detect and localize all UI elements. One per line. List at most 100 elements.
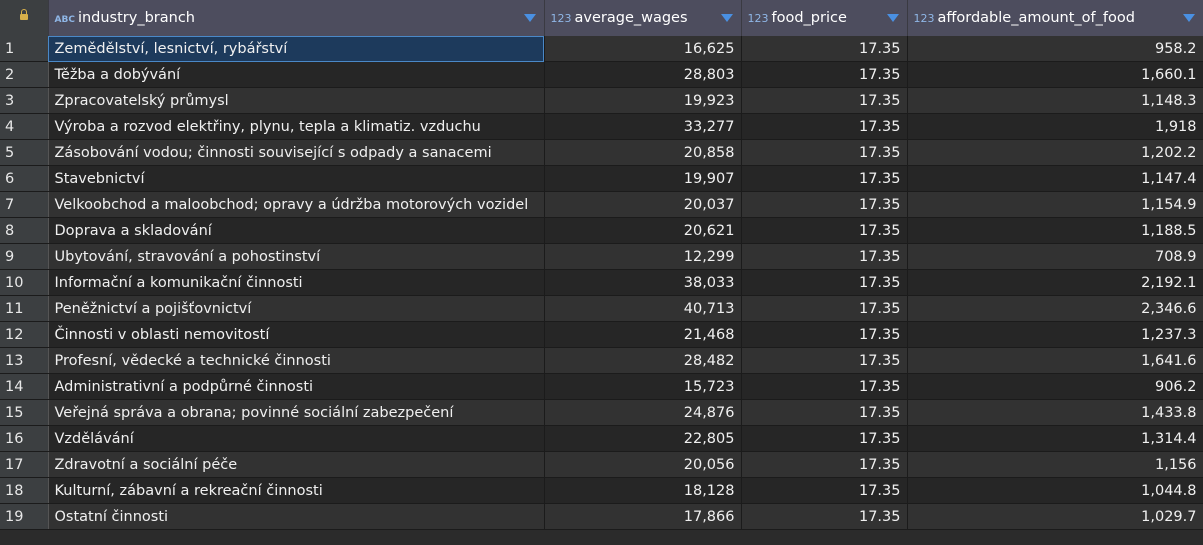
row-number[interactable]: 18: [0, 477, 49, 504]
cell-industry-branch[interactable]: Zemědělství, lesnictví, rybářství: [48, 36, 545, 62]
cell-average-wages[interactable]: 40,713: [544, 295, 742, 322]
lock-icon[interactable]: [0, 0, 49, 36]
cell-industry-branch[interactable]: Činnosti v oblasti nemovitostí: [48, 321, 545, 348]
table-row[interactable]: 8 Doprava a skladování 20,621 17.35 1,188.5: [0, 217, 1203, 244]
row-number[interactable]: 17: [0, 451, 49, 478]
table-row[interactable]: 11 Peněžnictví a pojišťovnictví 40,713 17.3…: [0, 295, 1203, 322]
cell-affordable-amount[interactable]: 1,433.8: [907, 399, 1203, 426]
cell-affordable-amount[interactable]: 906.2: [907, 373, 1203, 400]
row-number[interactable]: 2: [0, 61, 49, 88]
row-number[interactable]: 9: [0, 243, 49, 270]
cell-average-wages[interactable]: 19,907: [544, 165, 742, 192]
row-number[interactable]: 4: [0, 113, 49, 140]
cell-affordable-amount[interactable]: 1,147.4: [907, 165, 1203, 192]
cell-industry-branch[interactable]: Peněžnictví a pojišťovnictví: [48, 295, 545, 322]
cell-affordable-amount[interactable]: 1,156: [907, 451, 1203, 478]
table-row[interactable]: 14 Administrativní a podpůrné činnosti 15,…: [0, 373, 1203, 400]
cell-average-wages[interactable]: 18,128: [544, 477, 742, 504]
cell-affordable-amount[interactable]: 1,641.6: [907, 347, 1203, 374]
cell-industry-branch[interactable]: Administrativní a podpůrné činnosti: [48, 373, 545, 400]
cell-affordable-amount[interactable]: 1,148.3: [907, 87, 1203, 114]
cell-affordable-amount[interactable]: 708.9: [907, 243, 1203, 270]
row-number[interactable]: 10: [0, 269, 49, 296]
table-row[interactable]: 10 Informační a komunikační činnosti 38,03…: [0, 269, 1203, 296]
cell-industry-branch[interactable]: Výroba a rozvod elektřiny, plynu, tepla …: [48, 113, 545, 140]
cell-industry-branch[interactable]: Velkoobchod a maloobchod; opravy a údržb…: [48, 191, 545, 218]
cell-food-price[interactable]: 17.35: [741, 477, 908, 504]
cell-affordable-amount[interactable]: 2,346.6: [907, 295, 1203, 322]
table-row[interactable]: 18 Kulturní, zábavní a rekreační činnosti…: [0, 477, 1203, 504]
cell-average-wages[interactable]: 28,803: [544, 61, 742, 88]
cell-food-price[interactable]: 17.35: [741, 139, 908, 166]
cell-average-wages[interactable]: 20,056: [544, 451, 742, 478]
table-row[interactable]: 5 Zásobování vodou; činnosti související …: [0, 139, 1203, 166]
cell-food-price[interactable]: 17.35: [741, 87, 908, 114]
cell-industry-branch[interactable]: Ubytování, stravování a pohostinství: [48, 243, 545, 270]
cell-average-wages[interactable]: 19,923: [544, 87, 742, 114]
row-number[interactable]: 8: [0, 217, 49, 244]
row-number[interactable]: 13: [0, 347, 49, 374]
table-row[interactable]: 9 Ubytování, stravování a pohostinství 12,…: [0, 243, 1203, 270]
cell-average-wages[interactable]: 20,858: [544, 139, 742, 166]
row-number[interactable]: 12: [0, 321, 49, 348]
table-row[interactable]: 3 Zpracovatelský průmysl 19,923 17.35 1,148.…: [0, 87, 1203, 114]
cell-food-price[interactable]: 17.35: [741, 113, 908, 140]
row-number[interactable]: 16: [0, 425, 49, 452]
cell-industry-branch[interactable]: Zdravotní a sociální péče: [48, 451, 545, 478]
table-row[interactable]: 15 Veřejná správa a obrana; povinné sociá…: [0, 399, 1203, 426]
cell-affordable-amount[interactable]: 958.2: [907, 36, 1203, 62]
cell-average-wages[interactable]: 15,723: [544, 373, 742, 400]
cell-average-wages[interactable]: 28,482: [544, 347, 742, 374]
sort-arrow-icon[interactable]: [523, 14, 536, 22]
sort-arrow-icon[interactable]: [1182, 14, 1195, 22]
column-header-food-price[interactable]: 123 food_price: [741, 0, 908, 36]
cell-affordable-amount[interactable]: 1,202.2: [907, 139, 1203, 166]
cell-industry-branch[interactable]: Vzdělávání: [48, 425, 545, 452]
cell-industry-branch[interactable]: Veřejná správa a obrana; povinné sociáln…: [48, 399, 545, 426]
cell-affordable-amount[interactable]: 1,237.3: [907, 321, 1203, 348]
cell-average-wages[interactable]: 24,876: [544, 399, 742, 426]
cell-average-wages[interactable]: 20,621: [544, 217, 742, 244]
cell-food-price[interactable]: 17.35: [741, 217, 908, 244]
column-header-affordable-amount-of-food[interactable]: 123 affordable_amount_of_food: [907, 0, 1203, 36]
cell-food-price[interactable]: 17.35: [741, 399, 908, 426]
cell-food-price[interactable]: 17.35: [741, 425, 908, 452]
cell-affordable-amount[interactable]: 1,154.9: [907, 191, 1203, 218]
cell-industry-branch[interactable]: Informační a komunikační činnosti: [48, 269, 545, 296]
row-number[interactable]: 3: [0, 87, 49, 114]
cell-affordable-amount[interactable]: 1,029.7: [907, 503, 1203, 530]
cell-affordable-amount[interactable]: 1,918: [907, 113, 1203, 140]
table-row[interactable]: 7 Velkoobchod a maloobchod; opravy a údrž…: [0, 191, 1203, 218]
cell-food-price[interactable]: 17.35: [741, 295, 908, 322]
cell-food-price[interactable]: 17.35: [741, 321, 908, 348]
cell-industry-branch[interactable]: Zásobování vodou; činnosti související s…: [48, 139, 545, 166]
cell-affordable-amount[interactable]: 1,188.5: [907, 217, 1203, 244]
row-number[interactable]: 11: [0, 295, 49, 322]
cell-average-wages[interactable]: 17,866: [544, 503, 742, 530]
row-number[interactable]: 1: [0, 36, 49, 62]
cell-industry-branch[interactable]: Kulturní, zábavní a rekreační činnosti: [48, 477, 545, 504]
cell-affordable-amount[interactable]: 1,044.8: [907, 477, 1203, 504]
cell-affordable-amount[interactable]: 1,314.4: [907, 425, 1203, 452]
sort-arrow-icon[interactable]: [886, 14, 899, 22]
cell-food-price[interactable]: 17.35: [741, 373, 908, 400]
table-row[interactable]: 4 Výroba a rozvod elektřiny, plynu, tepla…: [0, 113, 1203, 140]
table-row[interactable]: 2 Těžba a dobývání 28,803 17.35 1,660.1: [0, 61, 1203, 88]
cell-food-price[interactable]: 17.35: [741, 165, 908, 192]
cell-affordable-amount[interactable]: 1,660.1: [907, 61, 1203, 88]
table-row[interactable]: 16 Vzdělávání 22,805 17.35 1,314.4: [0, 425, 1203, 452]
cell-industry-branch[interactable]: Profesní, vědecké a technické činnosti: [48, 347, 545, 374]
cell-food-price[interactable]: 17.35: [741, 61, 908, 88]
cell-average-wages[interactable]: 33,277: [544, 113, 742, 140]
column-header-average-wages[interactable]: 123 average_wages: [544, 0, 742, 36]
cell-average-wages[interactable]: 20,037: [544, 191, 742, 218]
cell-food-price[interactable]: 17.35: [741, 347, 908, 374]
cell-industry-branch[interactable]: Zpracovatelský průmysl: [48, 87, 545, 114]
row-number[interactable]: 14: [0, 373, 49, 400]
sort-arrow-icon[interactable]: [720, 14, 733, 22]
table-row[interactable]: 13 Profesní, vědecké a technické činnosti…: [0, 347, 1203, 374]
cell-industry-branch[interactable]: Těžba a dobývání: [48, 61, 545, 88]
table-row[interactable]: 1 Zemědělství, lesnictví, rybářství 16,625…: [0, 36, 1203, 62]
cell-food-price[interactable]: 17.35: [741, 503, 908, 530]
table-row[interactable]: 12 Činnosti v oblasti nemovitostí 21,468 17…: [0, 321, 1203, 348]
